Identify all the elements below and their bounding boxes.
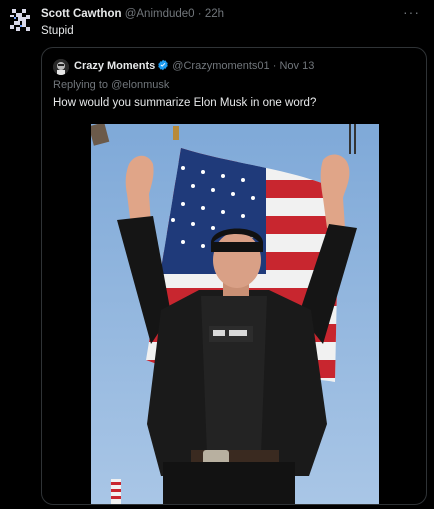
quoted-display-name[interactable]: Crazy Moments (74, 60, 155, 72)
more-horizontal-icon[interactable]: ··· (403, 4, 420, 20)
quoted-photo[interactable] (91, 124, 379, 505)
verified-badge-icon (157, 59, 169, 74)
quoted-avatar[interactable] (53, 59, 69, 75)
quoted-date[interactable]: Nov 13 (279, 60, 314, 72)
tweet-header: Scott Cawthon @Animdude0 · 22h (41, 8, 224, 20)
tweet[interactable]: Scott Cawthon @Animdude0 · 22h ··· Stupi… (0, 0, 434, 509)
replying-handle[interactable]: @elonmusk (111, 79, 169, 91)
timestamp[interactable]: 22h (205, 8, 224, 20)
quoted-handle[interactable]: @Crazymoments01 (172, 60, 269, 72)
quoted-separator: · (272, 60, 277, 72)
quoted-text: How would you summarize Elon Musk in one… (53, 97, 317, 109)
tweet-text: Stupid (41, 25, 74, 37)
quoted-header: Crazy Moments @Crazymoments01 · Nov 13 (74, 59, 314, 74)
separator: · (197, 8, 202, 20)
avatar[interactable] (10, 9, 32, 33)
replying-to: Replying to @elonmusk (53, 79, 169, 91)
display-name[interactable]: Scott Cawthon (41, 8, 122, 20)
user-handle[interactable]: @Animdude0 (125, 8, 195, 20)
replying-prefix: Replying to (53, 79, 109, 91)
quoted-tweet[interactable]: Crazy Moments @Crazymoments01 · Nov 13 Re… (41, 47, 427, 505)
